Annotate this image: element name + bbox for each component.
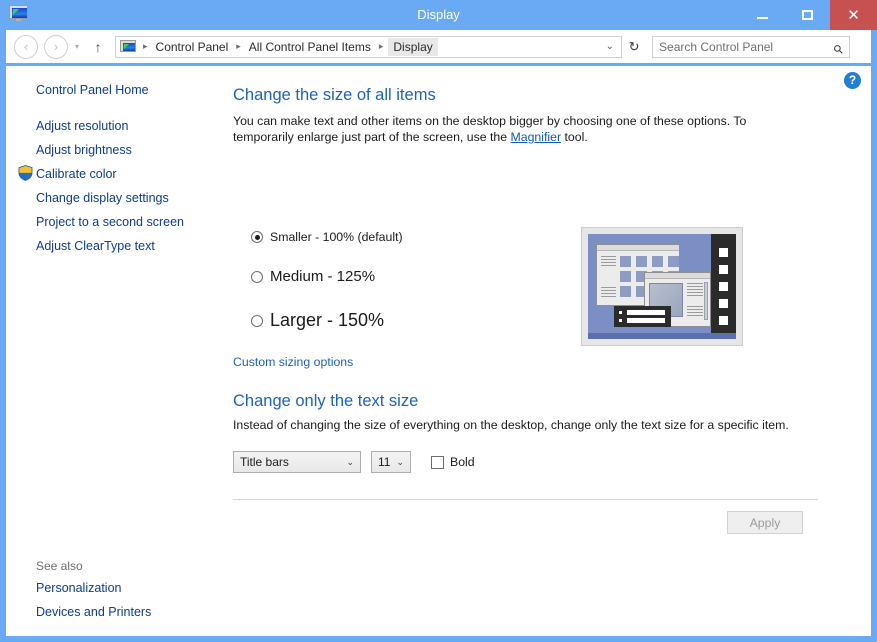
sidebar-item-personalization[interactable]: Personalization <box>36 581 121 595</box>
close-icon: ✕ <box>847 6 860 24</box>
radio-option-larger[interactable]: Larger - 150% <box>251 310 384 331</box>
radio-smaller-label: Smaller - 100% (default) <box>270 230 403 244</box>
sidebar-item-control-panel-home[interactable]: Control Panel Home <box>36 83 149 97</box>
bold-checkbox[interactable]: Bold <box>431 455 475 469</box>
window-controls: ✕ <box>740 0 877 30</box>
minimize-button[interactable] <box>740 0 785 30</box>
item-select[interactable]: Title bars ⌄ <box>233 451 361 473</box>
breadcrumb-item-display[interactable]: Display <box>388 37 438 56</box>
bold-checkbox-label: Bold <box>450 455 475 469</box>
sidebar-item-adjust-cleartype-text[interactable]: Adjust ClearType text <box>36 239 155 253</box>
sidebar-item-change-display-settings[interactable]: Change display settings <box>36 191 169 205</box>
radio-larger-icon[interactable] <box>251 314 263 327</box>
section-divider <box>233 499 818 500</box>
display-settings-window: Display ✕ ‹ › ▾ ↑ ▸ Control Panel ▸ All … <box>0 0 877 642</box>
up-button[interactable]: ↑ <box>90 39 106 55</box>
maximize-icon <box>802 10 813 20</box>
sidebar-item-project-to-second-screen[interactable]: Project to a second screen <box>36 215 184 229</box>
text-size-controls: Title bars ⌄ 11 ⌄ Bold <box>233 451 475 473</box>
size-description-part1: You can make text and other items on the… <box>233 114 747 144</box>
title-bar: Display ✕ <box>0 0 877 30</box>
maximize-button[interactable] <box>785 0 830 30</box>
chevron-down-icon: ⌄ <box>346 456 354 467</box>
main-panel: Change the size of all items You can mak… <box>228 66 871 636</box>
radio-smaller-icon[interactable] <box>251 231 263 243</box>
breadcrumb-separator: ▸ <box>236 41 241 51</box>
refresh-icon[interactable]: ↻ <box>622 39 646 55</box>
desktop-preview-image <box>581 227 743 346</box>
sidebar-item-calibrate-color[interactable]: Calibrate color <box>36 167 117 181</box>
back-button[interactable]: ‹ <box>14 34 38 59</box>
apply-button[interactable]: Apply <box>727 511 803 534</box>
item-select-value: Title bars <box>240 455 289 469</box>
magnifier-link[interactable]: Magnifier <box>511 130 562 144</box>
breadcrumb-display-icon <box>120 39 137 54</box>
radio-larger-label: Larger - 150% <box>270 310 385 330</box>
size-description-part2: tool. <box>561 130 588 144</box>
radio-option-medium[interactable]: Medium - 125% <box>251 268 375 285</box>
breadcrumb-separator: ▸ <box>378 41 384 51</box>
sidebar-item-devices-and-printers[interactable]: Devices and Printers <box>36 605 151 619</box>
chevron-down-icon: ⌄ <box>396 456 404 467</box>
radio-medium-label: Medium - 125% <box>270 268 376 285</box>
sidebar-item-adjust-brightness[interactable]: Adjust brightness <box>36 143 132 157</box>
text-size-description: Instead of changing the size of everythi… <box>233 418 789 432</box>
breadcrumb-item-control-panel[interactable]: Control Panel <box>153 38 232 56</box>
size-select-value: 11 <box>378 455 391 469</box>
forward-button[interactable]: › <box>44 34 68 59</box>
bold-checkbox-box[interactable] <box>431 455 444 469</box>
search-icon: ⚲ <box>830 40 847 58</box>
shield-icon <box>18 165 33 181</box>
page-title: Change the size of all items <box>233 86 436 104</box>
history-dropdown-icon[interactable]: ▾ <box>75 42 79 51</box>
radio-medium-icon[interactable] <box>251 270 263 283</box>
sidebar-item-adjust-resolution[interactable]: Adjust resolution <box>36 119 128 133</box>
breadcrumb[interactable]: ▸ Control Panel ▸ All Control Panel Item… <box>115 35 623 58</box>
search-input[interactable]: Search Control Panel ⚲ <box>652 35 851 58</box>
chevron-down-icon[interactable]: ⌄ <box>606 41 621 52</box>
size-description: You can make text and other items on the… <box>233 113 805 145</box>
custom-sizing-options-link[interactable]: Custom sizing options <box>233 355 353 369</box>
size-select[interactable]: 11 ⌄ <box>371 451 411 473</box>
search-placeholder: Search Control Panel <box>659 39 774 54</box>
address-bar: ‹ › ▾ ↑ ▸ Control Panel ▸ All Control Pa… <box>6 30 871 63</box>
content-pane: ? Control Panel Home Adjust resolution A… <box>6 66 871 636</box>
minimize-icon <box>757 17 768 19</box>
close-button[interactable]: ✕ <box>830 0 877 30</box>
see-also-label: See also <box>36 559 83 573</box>
breadcrumb-item-all-control-panel-items[interactable]: All Control Panel Items <box>246 38 374 56</box>
text-size-heading: Change only the text size <box>233 392 419 410</box>
sidebar: Control Panel Home Adjust resolution Adj… <box>6 66 228 636</box>
breadcrumb-separator: ▸ <box>143 41 148 51</box>
radio-option-smaller[interactable]: Smaller - 100% (default) <box>251 230 403 244</box>
